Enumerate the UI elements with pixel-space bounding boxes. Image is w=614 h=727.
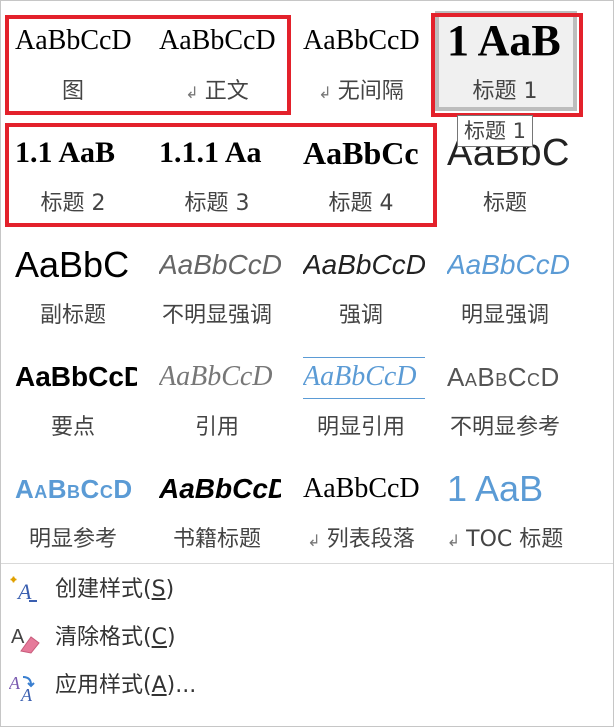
paragraph-mark-icon: ↲ bbox=[446, 531, 461, 550]
style-body[interactable]: AaBbCcD ↲ 正文 bbox=[145, 1, 289, 113]
style-label: 副标题 bbox=[39, 303, 106, 328]
svg-text:A: A bbox=[20, 685, 33, 703]
style-sample: AaBbCcD bbox=[303, 25, 420, 56]
style-label: 标题 2 bbox=[40, 191, 106, 216]
style-book-title[interactable]: AaBbCcD 书籍标题 bbox=[145, 449, 289, 561]
menu-divider bbox=[1, 563, 613, 564]
style-intense-quote[interactable]: AaBbCcD 明显引用 bbox=[289, 337, 433, 449]
style-toc-heading[interactable]: 1 AaB ↲ TOC 标题 bbox=[433, 449, 577, 561]
style-intense-reference[interactable]: AaBbCcD 明显参考 bbox=[1, 449, 145, 561]
style-nospace[interactable]: AaBbCcD ↲ 无间隔 bbox=[289, 1, 433, 113]
style-quote[interactable]: AaBbCcD 引用 bbox=[145, 337, 289, 449]
style-emphasis[interactable]: AaBbCcD 强调 bbox=[289, 225, 433, 337]
paragraph-mark-icon: ↲ bbox=[185, 83, 199, 102]
style-label: 标题 1 bbox=[472, 79, 538, 104]
style-label: 明显引用 bbox=[316, 415, 405, 440]
style-heading-2[interactable]: 1.1 AaB 标题 2 bbox=[1, 113, 145, 225]
style-label-text: 正文 bbox=[204, 79, 249, 104]
gallery-scroll-area[interactable] bbox=[585, 1, 613, 561]
apply-styles-menu-item[interactable]: A A 应用样式(A)... bbox=[1, 663, 613, 709]
clear-formatting-label: 清除格式(C) bbox=[55, 623, 176, 653]
style-subtitle[interactable]: AaBbC 副标题 bbox=[1, 225, 145, 337]
styles-gallery-panel: AaBbCcD 图 AaBbCcD ↲ 正文 AaBbCcD ↲ 无间隔 1 AaB… bbox=[0, 0, 614, 727]
style-label: ↲ 正文 bbox=[145, 73, 289, 105]
menu-text: 清除格式( bbox=[55, 625, 152, 650]
style-label: 明显强调 bbox=[460, 303, 549, 328]
style-sample: 1.1.1 Aa bbox=[159, 136, 262, 169]
style-label-text: 无间隔 bbox=[337, 79, 404, 104]
style-label: 强调 bbox=[338, 303, 383, 328]
style-heading-3[interactable]: 1.1.1 Aa 标题 3 bbox=[145, 113, 289, 225]
style-list-paragraph[interactable]: AaBbCcD ↲ 列表段落 bbox=[289, 449, 433, 561]
create-style-label: 创建样式(S) bbox=[55, 575, 174, 605]
style-label: 要点 bbox=[50, 415, 95, 440]
apply-styles-label: 应用样式(A)... bbox=[55, 671, 196, 701]
style-sample: AaBbCcD bbox=[447, 362, 560, 392]
clear-formatting-icon: A bbox=[11, 626, 40, 654]
style-label: 明显参考 bbox=[28, 527, 117, 552]
style-fig[interactable]: AaBbCcD 图 bbox=[1, 1, 145, 113]
style-label: ↲ 列表段落 bbox=[289, 521, 433, 553]
clear-formatting-menu-item[interactable]: A 清除格式(C) bbox=[1, 615, 613, 661]
style-heading-1[interactable]: 1 AaB 标题 1 bbox=[433, 1, 577, 113]
style-sample: AaBbCcD bbox=[15, 474, 133, 504]
menu-text: 创建样式( bbox=[55, 577, 152, 602]
style-sample: AaBbCcD bbox=[159, 361, 273, 392]
menu-text-end: )... bbox=[166, 673, 197, 698]
menu-text: 应用样式( bbox=[55, 673, 152, 698]
style-sample: AaBbCcD bbox=[15, 361, 137, 392]
menu-text-end: ) bbox=[165, 577, 175, 602]
style-label: 标题 bbox=[482, 191, 527, 216]
style-label: 书籍标题 bbox=[172, 527, 261, 552]
svg-text:A: A bbox=[9, 673, 21, 693]
tooltip: 标题 1 bbox=[457, 115, 534, 147]
style-heading-4[interactable]: AaBbCc 标题 4 bbox=[289, 113, 433, 225]
style-label: 图 bbox=[61, 79, 84, 104]
style-subtle-emphasis[interactable]: AaBbCcD 不明显强调 bbox=[145, 225, 289, 337]
style-label-text: 列表段落 bbox=[326, 527, 415, 552]
style-sample: 1.1 AaB bbox=[15, 136, 116, 169]
style-sample: AaBbCcD bbox=[159, 25, 276, 56]
style-sample: 1 AaB bbox=[447, 16, 561, 65]
menu-accelerator: C bbox=[151, 625, 167, 650]
style-label: 不明显参考 bbox=[449, 415, 560, 440]
style-label: 标题 3 bbox=[184, 191, 250, 216]
style-label: 不明显强调 bbox=[161, 303, 272, 328]
style-sample: AaBbCc bbox=[303, 135, 419, 171]
style-label-text: TOC 标题 bbox=[466, 527, 564, 552]
style-strong[interactable]: AaBbCcD 要点 bbox=[1, 337, 145, 449]
style-sample: AaBbCcD bbox=[447, 249, 569, 280]
style-sample: AaBbCcD bbox=[159, 249, 281, 280]
style-sample: AaBbC bbox=[15, 244, 130, 285]
menu-accelerator: A bbox=[151, 673, 167, 698]
paragraph-mark-icon: ↲ bbox=[307, 531, 321, 550]
create-style-menu-item[interactable]: A 创建样式(S) bbox=[1, 567, 613, 613]
menu-accelerator: S bbox=[151, 577, 166, 602]
style-sample: AaBbCcD bbox=[303, 357, 425, 399]
style-sample: AaBbCcD bbox=[303, 473, 420, 504]
menu-text-end: ) bbox=[166, 625, 176, 650]
apply-styles-icon: A A bbox=[9, 673, 35, 703]
svg-text:A: A bbox=[11, 626, 25, 648]
style-sample: 1 AaB bbox=[447, 468, 544, 509]
style-subtle-reference[interactable]: AaBbCcD 不明显参考 bbox=[433, 337, 577, 449]
style-label: 引用 bbox=[194, 415, 239, 440]
create-style-icon: A bbox=[10, 576, 37, 604]
style-sample: AaBbCcD bbox=[159, 473, 281, 504]
style-sample: AaBbCcD bbox=[303, 249, 425, 280]
style-label: 标题 4 bbox=[328, 191, 394, 216]
style-sample: AaBbCcD bbox=[15, 25, 132, 56]
style-intense-emphasis[interactable]: AaBbCcD 明显强调 bbox=[433, 225, 577, 337]
style-label: ↲ 无间隔 bbox=[289, 73, 433, 105]
style-label: ↲ TOC 标题 bbox=[433, 521, 577, 553]
paragraph-mark-icon: ↲ bbox=[318, 83, 332, 102]
